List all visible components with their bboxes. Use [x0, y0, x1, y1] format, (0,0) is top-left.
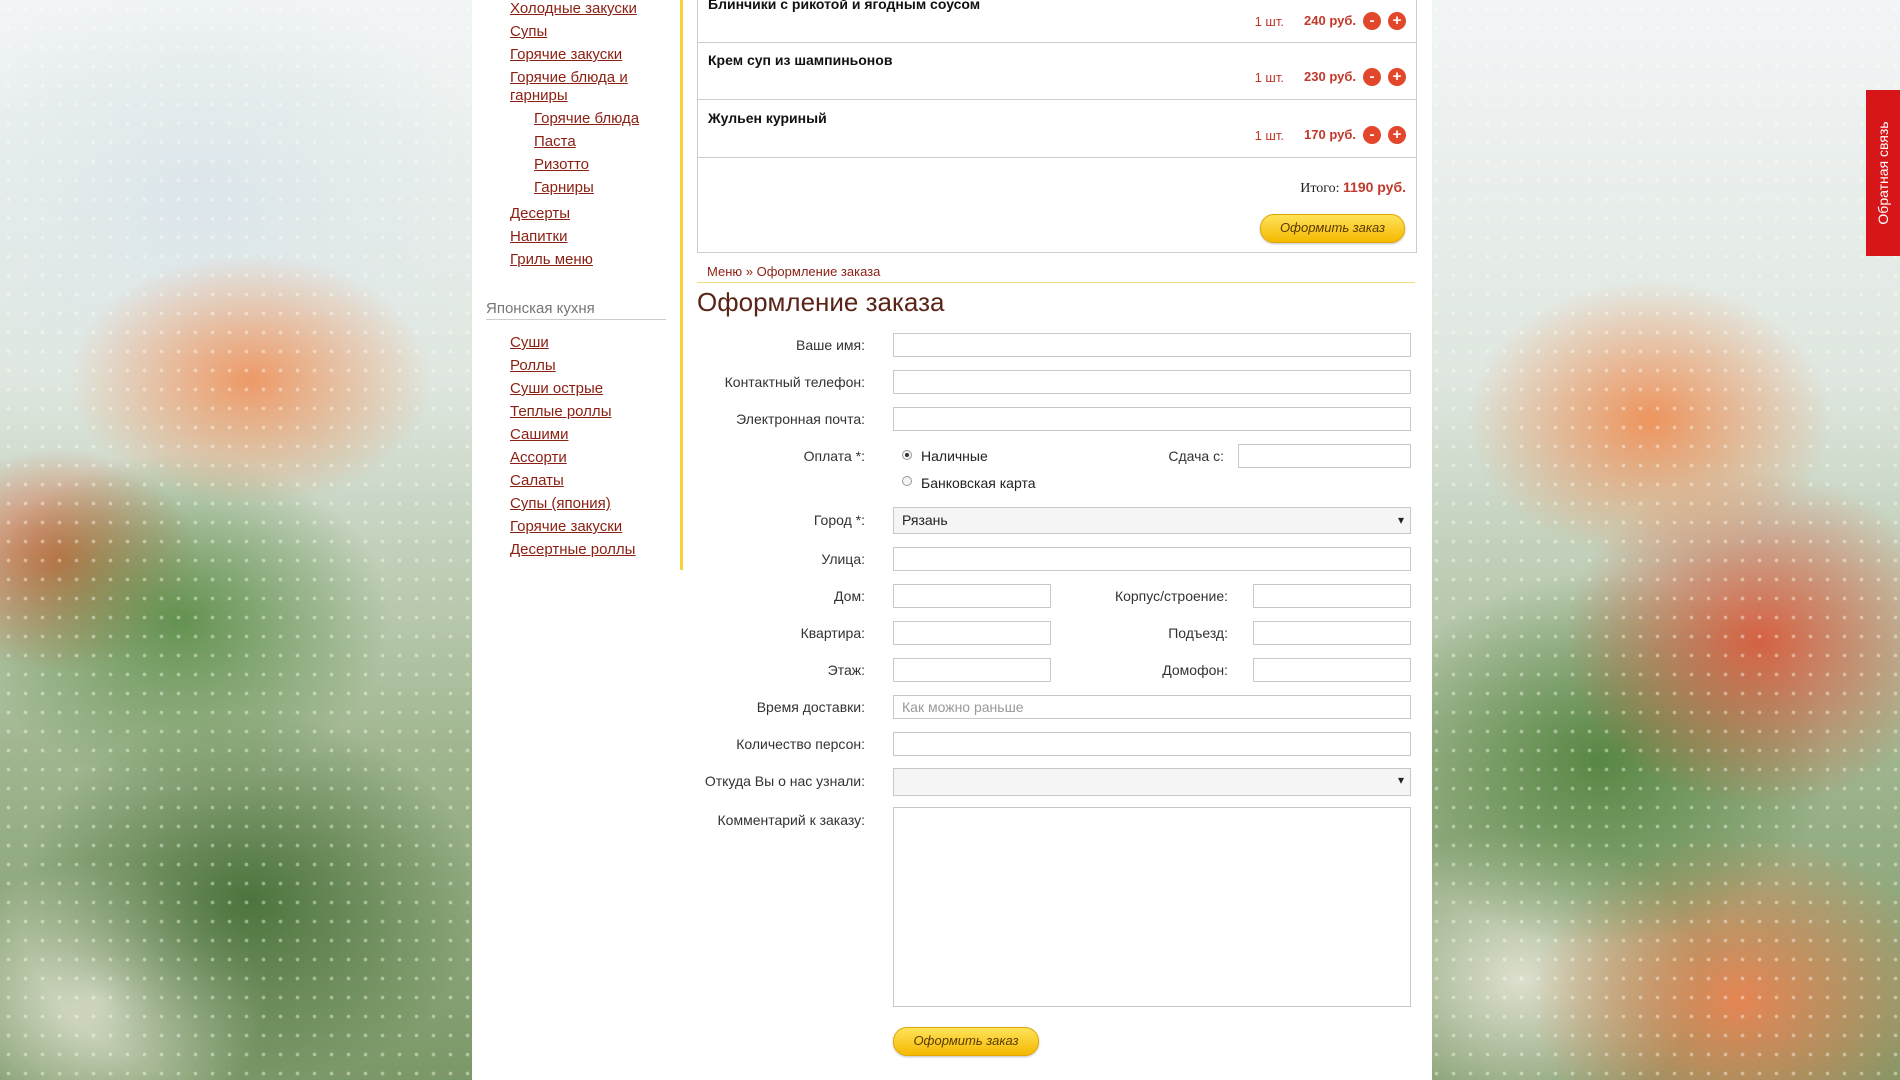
sidebar-item-rolls[interactable]: Роллы — [510, 357, 556, 374]
sidebar-item-drinks[interactable]: Напитки — [510, 228, 568, 245]
sidebar-item-assorted[interactable]: Ассорти — [510, 449, 567, 466]
cart-item-qty: 1 шт. — [1254, 128, 1284, 143]
sidebar: Холодные закуски Супы Горячие закуски Го… — [472, 0, 683, 570]
sidebar-item-risotto[interactable]: Ризотто — [534, 156, 589, 173]
cart-item-name: Крем суп из шампиньонов — [708, 52, 893, 68]
cart-item-price: 230 руб. — [1304, 69, 1356, 84]
sidebar-item-hot-dishes[interactable]: Горячие блюда — [534, 110, 639, 127]
sidebar-item-japan-hot-starters[interactable]: Горячие закуски — [510, 518, 622, 535]
sidebar-item-hot-dishes-line2[interactable]: гарниры — [510, 87, 568, 104]
intercom-label: Домофон: — [1162, 662, 1228, 678]
cart-item-name: Блинчики с рикотой и ягодным соусом — [708, 0, 981, 12]
street-input[interactable] — [893, 547, 1411, 571]
total-value: 1190 руб. — [1343, 179, 1406, 195]
increase-button[interactable]: + — [1388, 126, 1406, 144]
persons-input[interactable] — [893, 732, 1411, 756]
name-input[interactable] — [893, 333, 1411, 357]
comment-label: Комментарий к заказу: — [717, 812, 866, 828]
feedback-tab-label: Обратная связь — [1875, 121, 1891, 225]
floor-input[interactable] — [893, 658, 1051, 682]
submit-order-button[interactable]: Оформить заказ — [893, 1027, 1039, 1056]
cart-item: Крем суп из шампиньонов 1 шт. 230 руб. -… — [698, 42, 1416, 100]
source-label: Откуда Вы о нас узнали: — [704, 773, 865, 789]
name-label: Ваше имя: — [796, 337, 865, 353]
cart-order-button[interactable]: Оформить заказ — [1260, 214, 1405, 243]
feedback-tab[interactable]: Обратная связь — [1866, 90, 1900, 256]
payment-label: Оплата *: — [803, 448, 865, 464]
intercom-input[interactable] — [1253, 658, 1411, 682]
sidebar-item-desserts[interactable]: Десерты — [510, 205, 570, 222]
sidebar-item-sashimi[interactable]: Сашими — [510, 426, 568, 443]
city-label: Город *: — [813, 512, 865, 528]
sidebar-item-pasta[interactable]: Паста — [534, 133, 576, 150]
breadcrumb: Меню » Оформление заказа — [707, 264, 880, 279]
breadcrumb-divider — [697, 282, 1415, 283]
apartment-label: Квартира: — [800, 625, 865, 641]
breadcrumb-separator: » — [745, 264, 753, 279]
japanese-section-title: Японская кухня — [486, 300, 666, 320]
change-input[interactable] — [1238, 444, 1411, 468]
comment-textarea[interactable] — [893, 807, 1411, 1007]
sidebar-item-japan-soups[interactable]: Супы (япония) — [510, 495, 611, 512]
house-input[interactable] — [893, 584, 1051, 608]
phone-label: Контактный телефон: — [724, 374, 865, 390]
sidebar-item-garnishes[interactable]: Гарниры — [534, 179, 594, 196]
delivery-time-label: Время доставки: — [756, 699, 865, 715]
source-select[interactable] — [893, 768, 1411, 796]
building-label: Корпус/строение: — [1114, 588, 1228, 604]
sidebar-item-hot-starters[interactable]: Горячие закуски — [510, 46, 622, 63]
cart-item-qty: 1 шт. — [1254, 14, 1284, 29]
decrease-button[interactable]: - — [1363, 68, 1381, 86]
apartment-input[interactable] — [893, 621, 1051, 645]
entrance-label: Подъезд: — [1168, 625, 1228, 641]
floor-label: Этаж: — [827, 662, 865, 678]
persons-label: Количество персон: — [736, 736, 865, 752]
increase-button[interactable]: + — [1388, 12, 1406, 30]
building-input[interactable] — [1253, 584, 1411, 608]
page-container: Холодные закуски Супы Горячие закуски Го… — [472, 0, 1432, 1080]
cart-item-qty: 1 шт. — [1254, 70, 1284, 85]
sidebar-item-warm-rolls[interactable]: Теплые роллы — [510, 403, 611, 420]
breadcrumb-current: Оформление заказа — [756, 264, 881, 279]
breadcrumb-menu-link[interactable]: Меню — [707, 264, 742, 279]
increase-button[interactable]: + — [1388, 68, 1406, 86]
city-select[interactable]: Рязань — [893, 507, 1411, 534]
decrease-button[interactable]: - — [1363, 126, 1381, 144]
cart-item-price: 240 руб. — [1304, 13, 1356, 28]
change-label: Сдача с: — [1168, 448, 1224, 464]
sidebar-item-dessert-rolls[interactable]: Десертные роллы — [510, 541, 635, 558]
street-label: Улица: — [821, 551, 865, 567]
cart-item: Блинчики с рикотой и ягодным соусом 1 шт… — [698, 0, 1416, 43]
entrance-input[interactable] — [1253, 621, 1411, 645]
sidebar-item-cold-starters[interactable]: Холодные закуски — [510, 0, 637, 17]
email-input[interactable] — [893, 407, 1411, 431]
email-label: Электронная почта: — [736, 411, 865, 427]
sidebar-item-hot-dishes-line1[interactable]: Горячие блюда и — [510, 69, 628, 86]
house-label: Дом: — [834, 588, 865, 604]
payment-cash-radio[interactable] — [902, 450, 912, 460]
sidebar-item-spicy-sushi[interactable]: Суши острые — [510, 380, 603, 397]
payment-card-label[interactable]: Банковская карта — [921, 475, 1035, 491]
page-title: Оформление заказа — [697, 287, 945, 317]
delivery-time-input[interactable]: Как можно раньше — [893, 695, 1411, 719]
cart-item-name: Жульен куриный — [708, 110, 827, 126]
total-label: Итого: — [1300, 181, 1340, 196]
cart-total: Итого: 1190 руб. — [1300, 179, 1406, 197]
cart-item: Жульен куриный 1 шт. 170 руб. - + — [698, 100, 1416, 158]
sidebar-item-grill[interactable]: Гриль меню — [510, 251, 593, 268]
payment-cash-label[interactable]: Наличные — [921, 448, 988, 464]
phone-input[interactable] — [893, 370, 1411, 394]
sidebar-item-soups[interactable]: Супы — [510, 23, 547, 40]
cart-item-price: 170 руб. — [1304, 127, 1356, 142]
sidebar-item-sushi[interactable]: Суши — [510, 334, 549, 351]
payment-card-radio[interactable] — [902, 476, 912, 486]
sidebar-item-salads[interactable]: Салаты — [510, 472, 564, 489]
city-select-value: Рязань — [902, 512, 948, 528]
cart: Блинчики с рикотой и ягодным соусом 1 шт… — [697, 0, 1417, 253]
decrease-button[interactable]: - — [1363, 12, 1381, 30]
